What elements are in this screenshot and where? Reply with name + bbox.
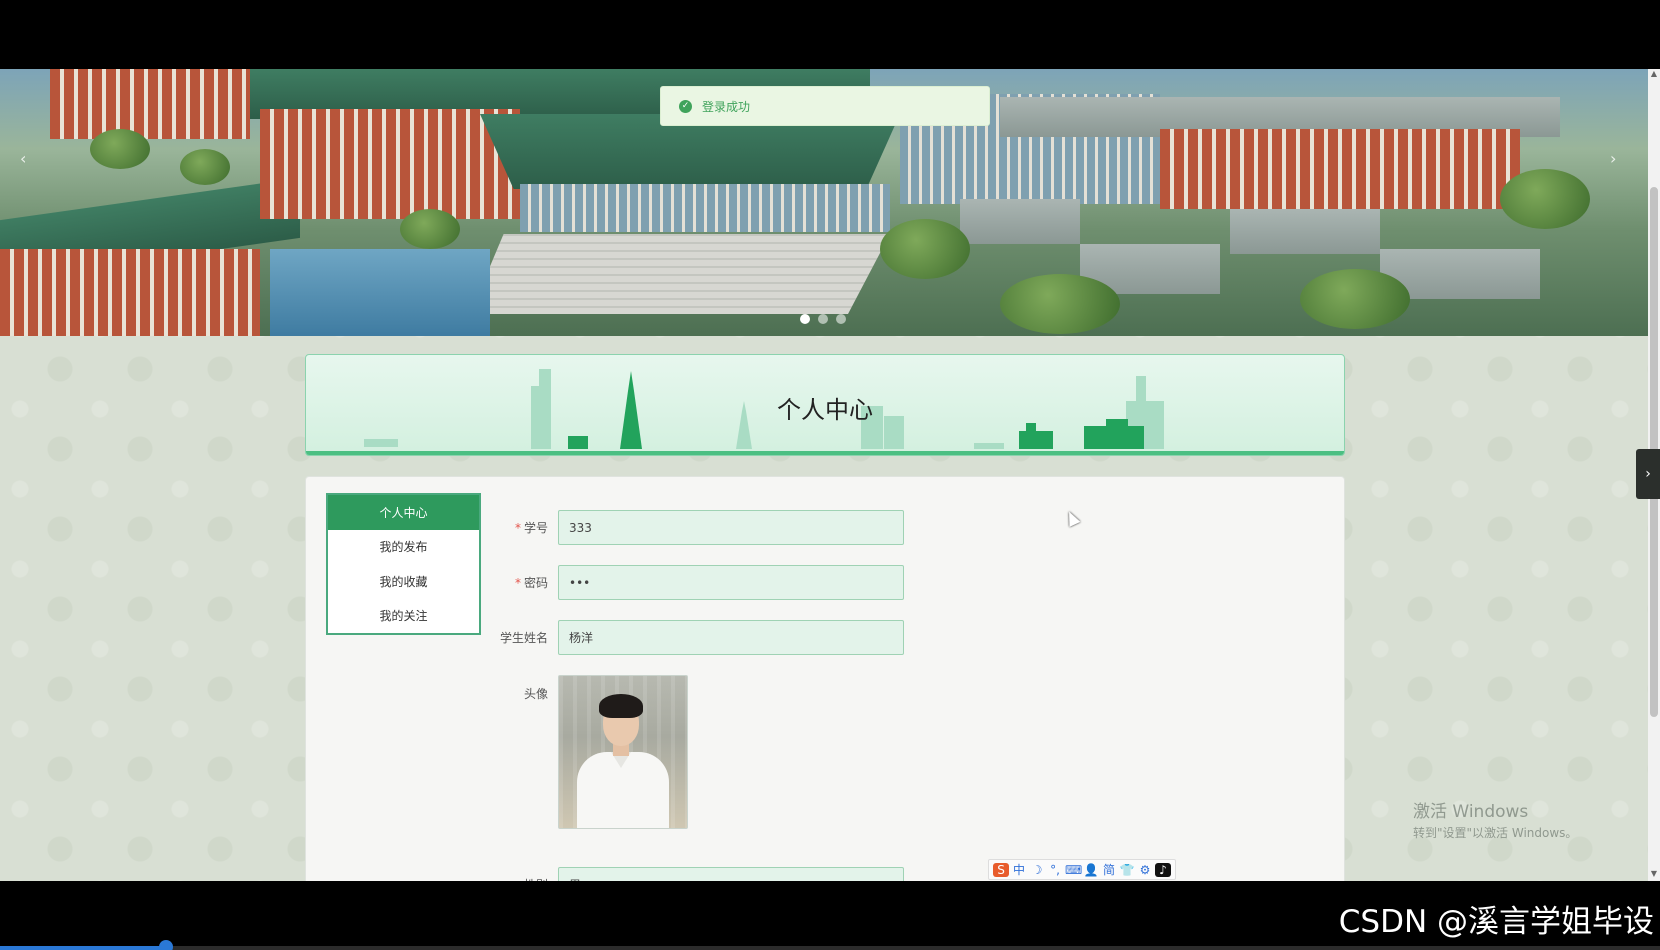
avatar-image[interactable]: [558, 675, 688, 829]
video-progress-bar[interactable]: [0, 940, 1660, 950]
banner-building: [50, 69, 250, 139]
ime-toolbar[interactable]: S 中 ☽ °, ⌨ 👤 简 👕 ⚙ ♪: [988, 859, 1176, 880]
student-name-input[interactable]: 杨洋: [558, 620, 904, 655]
form-row-avatar: 头像: [496, 675, 688, 829]
browser-viewport: ‹ › ✓ 登录成功 个人中心 个人中心 我的发布 我的收藏 我的关注 * 学号…: [0, 69, 1660, 881]
banner-building: [260, 109, 520, 219]
keyboard-icon[interactable]: ⌨: [1065, 863, 1082, 877]
check-circle-icon: ✓: [679, 99, 692, 113]
moon-icon[interactable]: ☽: [1029, 863, 1045, 877]
password-input[interactable]: •••: [558, 565, 904, 600]
chevron-right-icon: ›: [1645, 466, 1651, 482]
scroll-up-arrow-icon[interactable]: ▲: [1648, 69, 1660, 81]
screen-frame: ‹ › ✓ 登录成功 个人中心 个人中心 我的发布 我的收藏 我的关注 * 学号…: [0, 0, 1660, 950]
form-row-student-id: * 学号 333: [496, 510, 904, 545]
student-id-label: * 学号: [514, 521, 548, 535]
menu-item-my-posts[interactable]: 我的发布: [328, 530, 479, 565]
video-progress-fill: [0, 946, 166, 950]
banner-dot[interactable]: [818, 314, 828, 324]
ime-simplified-mode[interactable]: 简: [1101, 861, 1117, 878]
banner-tree: [880, 219, 970, 279]
title-underline: [306, 451, 1344, 455]
gear-icon[interactable]: ⚙: [1137, 863, 1153, 877]
punctuation-icon[interactable]: °,: [1047, 863, 1063, 877]
video-progress-knob[interactable]: [159, 940, 173, 950]
menu-item-personal-center[interactable]: 个人中心: [328, 495, 479, 530]
ime-chinese-mode[interactable]: 中: [1011, 861, 1027, 878]
page-title-banner: 个人中心: [305, 354, 1345, 456]
banner-dot[interactable]: [800, 314, 810, 324]
form-row-gender: 性别 男: [496, 867, 904, 881]
banner-next-arrow[interactable]: ›: [1610, 149, 1616, 168]
form-row-password: * 密码 •••: [496, 565, 904, 600]
tiktok-icon[interactable]: ♪: [1155, 862, 1171, 877]
banner-tree: [90, 129, 150, 169]
side-menu: 个人中心 我的发布 我的收藏 我的关注: [326, 493, 481, 635]
page-title: 个人中心: [777, 396, 873, 424]
windows-activation-watermark: 激活 Windows 转到"设置"以激活 Windows。: [1413, 802, 1578, 840]
scroll-down-arrow-icon[interactable]: ▼: [1648, 869, 1660, 881]
gender-input[interactable]: 男: [558, 867, 904, 881]
banner-block: [960, 199, 1080, 244]
banner-tree: [180, 149, 230, 185]
banner-building: [0, 249, 260, 336]
banner-building: [520, 184, 890, 232]
banner-tree: [1300, 269, 1410, 329]
side-panel-toggle[interactable]: ›: [1636, 449, 1660, 499]
banner-tree: [1500, 169, 1590, 229]
menu-item-my-favorites[interactable]: 我的收藏: [328, 564, 479, 599]
form-row-student-name: 学生姓名 杨洋: [496, 620, 904, 655]
profile-card: 个人中心 我的发布 我的收藏 我的关注 * 学号 333 * 密码 ••• 学生姓名…: [305, 476, 1345, 881]
banner-tree: [1000, 274, 1120, 334]
banner-block: [1230, 209, 1380, 254]
user-icon[interactable]: 👤: [1083, 863, 1099, 877]
csdn-watermark: CSDN @溪言学姐毕设: [1338, 904, 1654, 940]
banner-pond: [270, 249, 490, 336]
menu-item-my-follows[interactable]: 我的关注: [328, 599, 479, 634]
banner-dot[interactable]: [836, 314, 846, 324]
student-name-label: 学生姓名: [499, 631, 548, 645]
password-label: * 密码: [514, 576, 548, 590]
banner-prev-arrow[interactable]: ‹: [20, 149, 26, 168]
banner-building: [1160, 129, 1520, 209]
toast-message: 登录成功: [702, 99, 751, 114]
sogou-logo-icon[interactable]: S: [993, 862, 1009, 877]
success-toast: ✓ 登录成功: [660, 86, 990, 126]
student-id-input[interactable]: 333: [558, 510, 904, 545]
gender-label: 性别: [496, 876, 558, 881]
avatar-label: 头像: [523, 687, 548, 701]
skin-icon[interactable]: 👕: [1119, 863, 1135, 877]
banner-plaza: [470, 234, 890, 314]
banner-tree: [400, 209, 460, 249]
